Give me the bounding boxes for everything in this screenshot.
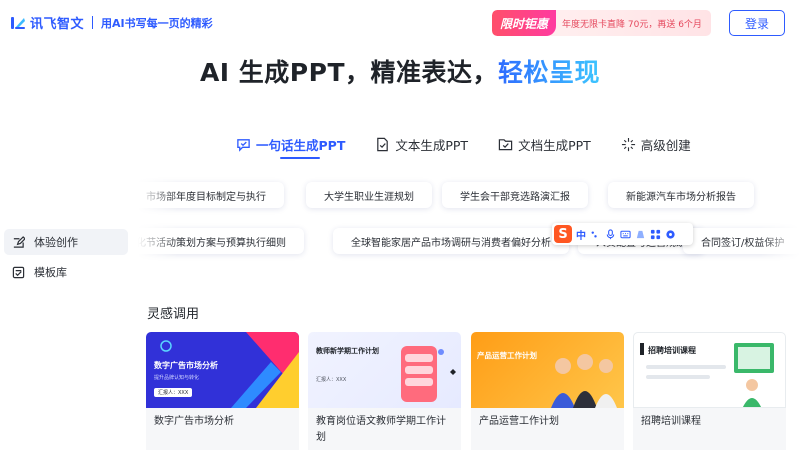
suggestion-chip[interactable]: 大学生职业生涯规划 (306, 182, 432, 208)
phone-illustration-icon (401, 346, 456, 402)
sidebar-item-create[interactable]: 体验创作 (4, 229, 128, 255)
card-label: 数字广告市场分析 (154, 416, 234, 427)
tab-label: 一句话生成PPT (256, 137, 346, 153)
login-button[interactable]: 登录 (729, 10, 785, 36)
doc-check-icon (377, 137, 389, 151)
template-icon (12, 266, 25, 278)
hero-title-prefix: AI 生成PPT，精准表达， (199, 58, 499, 87)
card-body: 招聘培训课程 (633, 408, 786, 450)
logo-mark-icon (11, 16, 25, 29)
people-illustration-icon (551, 354, 617, 408)
brand-logo[interactable]: 讯飞智文 用AI书写每一页的精彩 (10, 13, 213, 32)
promo-text: 年度无限卡直降 70元，再送 6个月 (562, 19, 702, 30)
mode-tabs: 一句话生成PPT 文本生成PPT 文档生成PPT 高级创建 (236, 133, 721, 159)
page: 讯飞智文 用AI书写每一页的精彩 限时钜惠 年度无限卡直降 70元，再送 6个月… (0, 0, 800, 450)
logo-divider (92, 16, 94, 29)
thumbnail-subtitle: 提升品牌认知与转化 (154, 375, 200, 381)
sparkle-icon (621, 137, 635, 151)
template-card[interactable]: 招聘培训课程 招聘培训课程 (633, 332, 786, 450)
apps-grid-icon[interactable] (650, 229, 661, 240)
template-card[interactable]: 教师新学期工作计划 汇报人：XXX 教育岗位语文教师学期工作计划 (308, 332, 461, 450)
template-thumbnail: 招聘培训课程 (633, 332, 786, 408)
edit-icon (13, 235, 25, 248)
suggestion-chip[interactable]: 市场部年度目标制定与执行 (138, 182, 284, 208)
thumbnail-subtitle: 汇报人：XXX (316, 377, 347, 383)
skin-icon[interactable] (635, 229, 646, 240)
hero-title: AI 生成PPT，精准表达，轻松呈现 (0, 53, 800, 89)
sogou-logo-icon[interactable]: S (554, 225, 572, 243)
template-thumbnail: 教师新学期工作计划 汇报人：XXX (308, 332, 461, 408)
template-card[interactable]: 数字广告市场分析 提升品牌认知与转化 汇报人：XXX 数字广告市场分析 (146, 332, 299, 450)
card-label: 招聘培训课程 (641, 416, 701, 427)
card-label: 产品运营工作计划 (479, 416, 559, 427)
thumbnail-title: 产品运营工作计划 (477, 351, 537, 360)
suggestion-chip[interactable]: 学生会干部竞选路演汇报 (442, 182, 588, 208)
thumbnail-line (646, 375, 710, 379)
tab-one-sentence[interactable]: 一句话生成PPT (236, 133, 346, 159)
card-body: 数字广告市场分析 (146, 408, 299, 450)
tab-label: 高级创建 (640, 137, 691, 153)
sidebar-item-label: 模板库 (34, 266, 67, 279)
tab-advanced[interactable]: 高级创建 (621, 133, 691, 155)
thumbnail-title: 教师新学期工作计划 (316, 347, 379, 355)
tab-document[interactable]: 文档生成PPT (498, 133, 591, 155)
promo-banner[interactable]: 限时钜惠 年度无限卡直降 70元，再送 6个月 (492, 10, 711, 36)
template-thumbnail: 数字广告市场分析 提升品牌认知与转化 汇报人：XXX (146, 332, 299, 408)
logo-slogan: 用AI书写每一页的精彩 (101, 16, 213, 30)
folder-check-icon (498, 138, 513, 150)
card-label: 教育岗位语文教师学期工作计划 (316, 416, 446, 443)
suggestion-chip[interactable]: 合同签订/权益保护 (683, 228, 800, 254)
ime-toolbar[interactable]: S 中 (552, 223, 693, 245)
thumbnail-title: 数字广告市场分析 (154, 361, 218, 370)
suggestion-chips: 市场部年度目标制定与执行 大学生职业生涯规划 学生会干部竞选路演汇报 新能源汽车… (138, 172, 800, 264)
logo-name: 讯飞智文 (30, 17, 85, 32)
thumbnail-title: 招聘培训课程 (648, 346, 696, 355)
suggestion-chip[interactable]: 化节活动策划方案与预算执行细则 (138, 228, 304, 254)
tab-text[interactable]: 文本生成PPT (375, 133, 468, 155)
tab-label: 文档生成PPT (518, 137, 591, 153)
sidebar-item-label: 体验创作 (34, 236, 78, 249)
suggestion-chip[interactable]: 新能源汽车市场分析报告 (608, 182, 754, 208)
keyboard-icon[interactable] (620, 229, 631, 240)
microphone-icon[interactable] (605, 228, 616, 240)
thumbnail-line (646, 365, 726, 369)
sidebar-item-templates[interactable]: 模板库 (4, 259, 128, 285)
suggestion-chip[interactable]: 全球智能家居产品市场调研与消费者偏好分析 (333, 228, 569, 254)
thumbnail-badge: 汇报人：XXX (154, 388, 193, 397)
punctuation-icon[interactable] (590, 229, 601, 240)
card-body: 教育岗位语文教师学期工作计划 (308, 408, 461, 450)
hero-title-accent: 轻松呈现 (498, 58, 601, 87)
card-body: 产品运营工作计划 (471, 408, 624, 450)
settings-gear-icon[interactable] (665, 229, 676, 240)
chat-check-icon (237, 138, 250, 152)
tab-label: 文本生成PPT (395, 137, 469, 153)
ime-language-toggle[interactable]: 中 (576, 227, 586, 242)
template-thumbnail: 产品运营工作计划 (471, 332, 624, 408)
inspiration-title: 灵感调用 (147, 307, 200, 322)
template-card[interactable]: 产品运营工作计划 产品运营工作计划 (471, 332, 624, 450)
promo-tag: 限时钜惠 (492, 10, 557, 36)
